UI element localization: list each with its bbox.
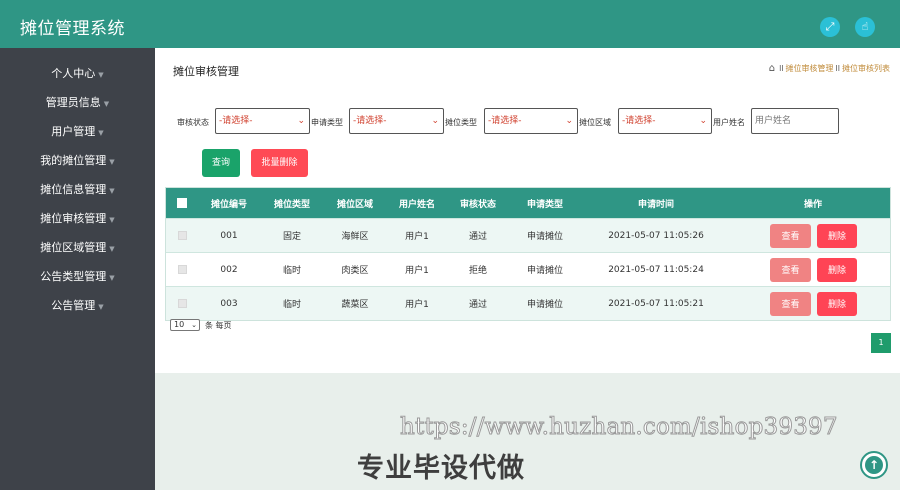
table-row: 001 固定 海鲜区 用户1 通过 申请摊位 2021-05-07 11:05:… [166, 218, 890, 252]
delete-button[interactable]: 删除 [817, 223, 857, 248]
breadcrumb-item[interactable]: 摊位审核管理 [786, 64, 834, 73]
sidebar-item-booth-audit[interactable]: 摊位审核管理 ▼ [0, 209, 155, 229]
watermark-slogan: 专业毕设代做 [357, 453, 525, 484]
cell-apply-time: 2021-05-07 11:05:26 [608, 230, 704, 241]
header-username: 用户姓名 [398, 199, 435, 210]
view-button[interactable]: 查看 [770, 257, 811, 282]
audit-status-label: 审核状态 [177, 118, 209, 127]
header-booth-area: 摊位区域 [336, 199, 373, 210]
chevron-down-icon: ⌄ [191, 321, 197, 329]
chevron-down-icon: ▼ [103, 100, 110, 108]
chevron-down-icon: ⌄ [431, 116, 439, 126]
booth-area-label: 摊位区域 [579, 118, 611, 127]
sidebar-item-booth-area[interactable]: 摊位区域管理 ▼ [0, 238, 155, 258]
row-checkbox[interactable] [177, 231, 187, 240]
header-apply-type: 申请类型 [526, 199, 563, 210]
chevron-down-icon: ⌄ [565, 116, 573, 126]
sidebar-item-notice-type[interactable]: 公告类型管理 ▼ [0, 267, 155, 287]
chevron-down-icon: ▼ [98, 129, 104, 137]
breadcrumb-item: 摊位审核列表 [842, 64, 890, 73]
chevron-down-icon: ▼ [109, 274, 115, 282]
app-title: 摊位管理系统 [20, 19, 125, 39]
sidebar-item-admin-info[interactable]: 管理员信息 ▼ [0, 93, 155, 113]
chevron-down-icon: ⌄ [699, 116, 707, 126]
cell-apply-time: 2021-05-07 11:05:24 [608, 264, 704, 275]
booth-type-label: 摊位类型 [445, 118, 477, 127]
cell-username: 用户1 [405, 300, 429, 310]
fullscreen-icon[interactable]: ⤢ [820, 17, 840, 37]
page-size-label: 条 每页 [205, 321, 232, 330]
cell-booth-area: 肉类区 [341, 266, 369, 276]
apply-type-label: 申请类型 [311, 118, 343, 127]
sidebar-item-booth-info[interactable]: 摊位信息管理 ▼ [0, 180, 155, 200]
cell-username: 用户1 [405, 266, 429, 276]
chevron-down-icon: ▼ [109, 187, 115, 195]
delete-button[interactable]: 删除 [817, 257, 857, 282]
cell-apply-type: 申请摊位 [526, 232, 563, 242]
cell-username: 用户1 [405, 232, 429, 242]
cell-booth-code: 001 [220, 230, 238, 241]
booth-type-select[interactable]: -请选择- ⌄ [484, 108, 578, 134]
page-button-current[interactable]: 1 [871, 333, 891, 353]
audit-table: 摊位编号 摊位类型 摊位区域 用户姓名 审核状态 申请类型 申请时间 操作 00… [165, 187, 891, 321]
table-row: 002 临时 肉类区 用户1 拒绝 申请摊位 2021-05-07 11:05:… [166, 252, 890, 286]
chevron-down-icon: ▼ [109, 216, 115, 224]
main-content: 摊位审核管理 ⌂ ll 摊位审核管理 ll 摊位审核列表 审核状态 -请选择- ⌄ 申请类… [155, 48, 900, 373]
row-checkbox[interactable] [177, 299, 187, 308]
booth-area-select[interactable]: -请选择- ⌄ [618, 108, 712, 134]
cell-apply-type: 申请摊位 [526, 300, 563, 310]
sidebar-item-notice[interactable]: 公告管理 ▼ [0, 296, 155, 316]
cell-booth-area: 蔬菜区 [341, 300, 369, 310]
page-title: 摊位审核管理 [173, 65, 239, 78]
arrow-up-icon: ↑ [868, 458, 880, 472]
sidebar: 个人中心 ▼ 管理员信息 ▼ 用户管理 ▼ 我的摊位管理 ▼ 摊位信息管理 ▼ 摊位审核管… [0, 48, 155, 490]
username-input[interactable] [751, 108, 839, 134]
cell-booth-code: 003 [220, 298, 238, 309]
cell-booth-type: 临时 [282, 300, 301, 310]
header-booth-code: 摊位编号 [210, 199, 247, 210]
cell-audit-status: 通过 [468, 300, 487, 310]
row-checkbox[interactable] [177, 265, 187, 274]
view-button[interactable]: 查看 [770, 291, 811, 316]
chevron-down-icon: ▼ [98, 303, 104, 311]
audit-status-select[interactable]: -请选择- ⌄ [215, 108, 310, 134]
apply-type-select[interactable]: -请选择- ⌄ [349, 108, 444, 134]
delete-button[interactable]: 删除 [817, 291, 857, 316]
top-bar: 摊位管理系统 ⤢ ☝ [0, 0, 900, 48]
query-button[interactable]: 查询 [202, 149, 240, 177]
sidebar-item-user-management[interactable]: 用户管理 ▼ [0, 122, 155, 142]
cell-booth-type: 固定 [282, 232, 301, 242]
cell-booth-type: 临时 [282, 266, 301, 276]
header-apply-time: 申请时间 [637, 199, 674, 210]
sidebar-item-personal-center[interactable]: 个人中心 ▼ [0, 64, 155, 84]
watermark-url: https://www.huzhan.com/ishop39397 [400, 414, 839, 441]
cell-apply-time: 2021-05-07 11:05:21 [608, 298, 704, 309]
hand-pointer-icon[interactable]: ☝ [855, 17, 875, 37]
cell-booth-area: 海鲜区 [341, 232, 369, 242]
select-all-checkbox[interactable] [177, 198, 187, 208]
table-header: 摊位编号 摊位类型 摊位区域 用户姓名 审核状态 申请类型 申请时间 操作 [166, 188, 890, 218]
breadcrumb: ⌂ ll 摊位审核管理 ll 摊位审核列表 [768, 63, 890, 74]
chevron-down-icon: ▼ [109, 158, 115, 166]
chevron-down-icon: ⌄ [297, 116, 305, 126]
header-booth-type: 摊位类型 [273, 199, 310, 210]
table-row: 003 临时 蔬菜区 用户1 通过 申请摊位 2021-05-07 11:05:… [166, 286, 890, 320]
cell-audit-status: 拒绝 [468, 266, 487, 276]
cell-audit-status: 通过 [468, 232, 487, 242]
view-button[interactable]: 查看 [770, 223, 811, 248]
username-label: 用户姓名 [713, 118, 745, 127]
chevron-down-icon: ▼ [98, 71, 104, 79]
cell-booth-code: 002 [220, 264, 238, 275]
cell-apply-type: 申请摊位 [526, 266, 563, 276]
header-audit-status: 审核状态 [459, 199, 496, 210]
page-size-select[interactable]: 10 ⌄ [170, 319, 200, 331]
scroll-top-button[interactable]: ↑ [860, 451, 888, 479]
batch-delete-button[interactable]: 批量删除 [251, 149, 308, 177]
sidebar-item-my-booth[interactable]: 我的摊位管理 ▼ [0, 151, 155, 171]
header-actions: 操作 [803, 199, 822, 210]
home-icon[interactable]: ⌂ [769, 63, 775, 74]
chevron-down-icon: ▼ [109, 245, 115, 253]
